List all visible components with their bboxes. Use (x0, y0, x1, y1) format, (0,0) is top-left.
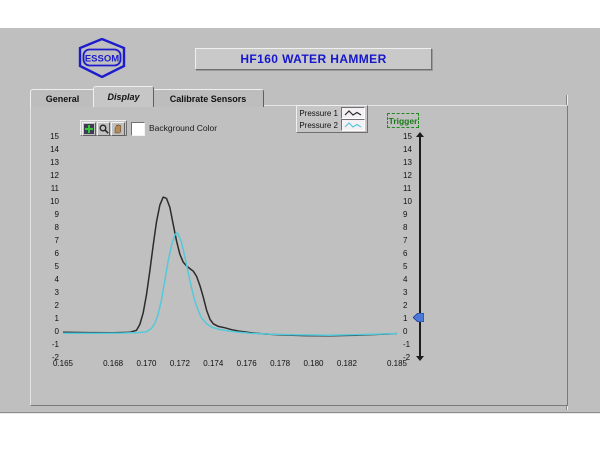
legend-sample-box[interactable] (341, 107, 365, 119)
trigger-slider-thumb[interactable] (413, 313, 424, 323)
y-tick-label: 9 (54, 209, 59, 219)
y-tick-label-right: 3 (403, 287, 408, 297)
y-tick-label-right: 14 (403, 144, 412, 154)
magnifier-icon (99, 124, 109, 134)
background-color-label: Background Color (149, 123, 218, 133)
series-pressure-1 (63, 196, 397, 337)
y-tick-label: 10 (50, 196, 59, 206)
hand-icon (114, 124, 122, 134)
x-tick-label: 0.185 (386, 359, 408, 368)
x-tick-label: 0.180 (303, 359, 324, 368)
y-tick-label: 3 (54, 287, 59, 297)
trigger-button-label: Trigger (388, 115, 418, 126)
essom-logo-icon: ESSOM (78, 37, 126, 79)
tab-display[interactable]: Display (93, 86, 154, 107)
x-tick-label: 0.174 (203, 359, 224, 368)
y-tick-label-right: 2 (403, 300, 408, 310)
x-tick-label: 0.172 (169, 359, 190, 368)
y-tick-label-right: 10 (403, 196, 412, 206)
series-pressure-2 (63, 232, 397, 336)
y-tick-label-right: 6 (403, 248, 408, 258)
y-tick-label: 8 (54, 222, 59, 232)
y-tick-label: 1 (54, 313, 59, 323)
waveform-icon (344, 122, 362, 128)
page-title: HF160 WATER HAMMER (240, 52, 387, 66)
essom-logo: ESSOM (78, 37, 126, 79)
x-tick-label: 0.170 (136, 359, 157, 368)
legend-item-pressure-1[interactable]: Pressure 1 (299, 107, 365, 119)
graph-palette (80, 120, 127, 136)
y-tick-label-right: 11 (403, 183, 412, 193)
legend-sample-box[interactable] (341, 119, 365, 131)
y-tick-label: 4 (54, 274, 59, 284)
y-tick-label-right: 15 (403, 131, 412, 141)
x-tick-label: 0.176 (236, 359, 257, 368)
x-tick-label: 0.168 (103, 359, 124, 368)
y-tick-label: 11 (50, 183, 59, 193)
x-tick-label: 0.178 (270, 359, 291, 368)
y-tick-label-right: 9 (403, 209, 408, 219)
y-tick-label-right: 5 (403, 261, 408, 271)
pan-tool-button[interactable] (111, 122, 126, 136)
y-tick-label-right: 0 (403, 326, 408, 336)
y-tick-label-right: 13 (403, 157, 412, 167)
y-tick-label: 0 (54, 326, 59, 336)
tab-general[interactable]: General (30, 89, 95, 107)
y-tick-label-right: 7 (403, 235, 408, 245)
svg-text:ESSOM: ESSOM (85, 54, 119, 65)
y-tick-label: 14 (50, 144, 59, 154)
y-tick-label: 5 (54, 261, 59, 271)
tab-calibrate-sensors[interactable]: Calibrate Sensors (152, 89, 264, 107)
plot-series-layer (63, 196, 397, 337)
background-color-checkbox[interactable] (131, 122, 145, 136)
y-tick-label: 12 (50, 170, 59, 180)
y-tick-label: -1 (51, 339, 59, 349)
y-tick-label: 7 (54, 235, 59, 245)
crosshair-tool-button[interactable] (82, 122, 96, 136)
y-tick-label: 13 (50, 157, 59, 167)
y-tick-label: 6 (54, 248, 59, 258)
y-tick-label-right: 12 (403, 170, 412, 180)
y-tick-label-right: 4 (403, 274, 408, 284)
y-tick-label: 2 (54, 300, 59, 310)
y-tick-label: 15 (50, 131, 59, 141)
legend-label: Pressure 2 (299, 120, 338, 130)
y-tick-label-right: 8 (403, 222, 408, 232)
x-tick-label: 0.165 (52, 359, 74, 368)
legend-label: Pressure 1 (299, 108, 338, 118)
crosshair-icon (83, 124, 94, 134)
plot-legend: Pressure 1 Pressure 2 (296, 105, 368, 133)
trigger-button[interactable]: Trigger (387, 113, 419, 128)
title-plate: HF160 WATER HAMMER (195, 48, 432, 70)
y-tick-label-right: -1 (403, 339, 411, 349)
legend-item-pressure-2[interactable]: Pressure 2 (299, 119, 365, 131)
zoom-tool-button[interactable] (96, 122, 111, 136)
waveform-icon (344, 110, 362, 116)
x-tick-label: 0.182 (336, 359, 357, 368)
